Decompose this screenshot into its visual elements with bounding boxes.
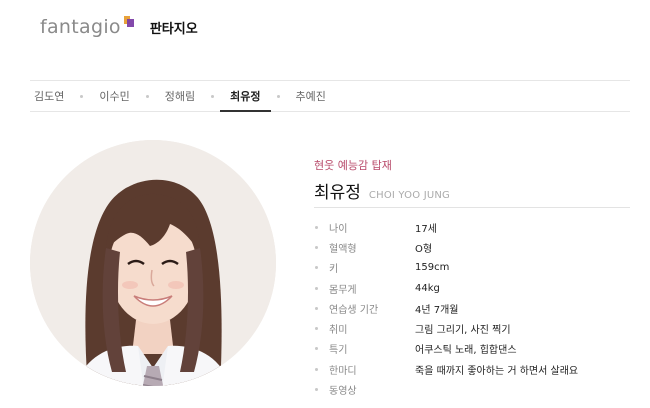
profile-name-english: CHOI YOO JUNG [368,190,451,201]
detail-row-comment: 한마디 죽을 때까지 좋아하는 거 하면서 살래요 [314,359,630,379]
detail-label: 몸무게 [329,284,357,296]
bullet-icon [315,245,318,249]
tab-separator [211,94,215,98]
detail-label: 연습생 기간 [329,304,379,316]
profile-photo [30,140,276,386]
profile-name-row: 최유정 CHOI YOO JUNG [314,178,450,203]
bullet-icon [315,286,318,290]
member-tabs: 김도연 이수민 정해림 최유정 추예진 [30,80,630,112]
tab-separator [145,94,149,98]
detail-row-hobby: 취미 그림 그리기, 사진 찍기 [314,318,630,338]
bullet-icon [315,367,318,371]
detail-value: 44kg [415,282,440,294]
bullet-icon [315,225,318,229]
detail-label: 특기 [329,345,348,357]
detail-label: 취미 [329,325,348,337]
detail-row-specialty: 특기 어쿠스틱 노래, 힙합댄스 [314,339,630,359]
bullet-icon [315,266,318,270]
bullet-icon [315,306,318,310]
tab-member-4-active[interactable]: 최유정 [220,81,271,112]
profile-details: 나이 17세 혈액형 O형 키 159cm 몸무게 44kg 연습생 기간 4년… [314,217,630,400]
portrait-illustration [30,140,276,386]
tab-member-3[interactable]: 정해림 [161,81,199,111]
detail-row-age: 나이 17세 [314,217,630,237]
profile-page: fantagio 판타지오 김도연 이수민 정해림 최유정 추예진 현웃 예능감… [0,0,650,408]
brand-header: fantagio 판타지오 [40,16,198,38]
detail-value: O형 [415,243,433,255]
detail-value: 17세 [415,223,437,235]
tab-member-2[interactable]: 이수민 [95,81,133,111]
detail-label: 한마디 [329,365,357,377]
detail-value: 159cm [415,262,450,274]
tab-label: 이수민 [99,90,130,103]
fantagio-logo[interactable]: fantagio [40,16,121,38]
detail-label[interactable]: 동영상 [329,382,415,397]
tab-label: 추예진 [295,90,326,103]
detail-label: 혈액형 [329,243,357,255]
detail-label: 나이 [329,223,348,235]
detail-label: 키 [329,264,339,276]
tab-separator [276,94,280,98]
detail-row-height: 키 159cm [314,258,630,278]
logo-mark-icon [123,16,134,28]
divider [314,207,630,208]
detail-value: 어쿠스틱 노래, 힙합댄스 [415,345,517,357]
detail-value: 그림 그리기, 사진 찍기 [415,325,511,337]
bullet-icon [315,327,318,331]
tab-member-1[interactable]: 김도연 [30,81,68,111]
profile-name: 최유정 [314,183,361,203]
tab-label: 최유정 [230,90,261,103]
detail-row-blood-type: 혈액형 O형 [314,237,630,257]
tab-member-5[interactable]: 추예진 [292,81,330,111]
tab-label: 김도연 [34,90,65,103]
detail-row-trainee-period: 연습생 기간 4년 7개월 [314,298,630,318]
detail-value: 4년 7개월 [415,304,459,316]
tab-label: 정해림 [164,90,196,103]
company-name: 판타지오 [149,21,198,37]
bullet-icon [315,388,318,392]
profile-tagline: 현웃 예능감 탑재 [314,159,392,172]
detail-row-video[interactable]: 동영상 [314,379,630,399]
tab-separator [80,94,84,98]
bullet-icon [315,347,318,351]
detail-row-weight: 몸무게 44kg [314,278,630,298]
detail-value: 죽을 때까지 좋아하는 거 하면서 살래요 [415,365,579,377]
